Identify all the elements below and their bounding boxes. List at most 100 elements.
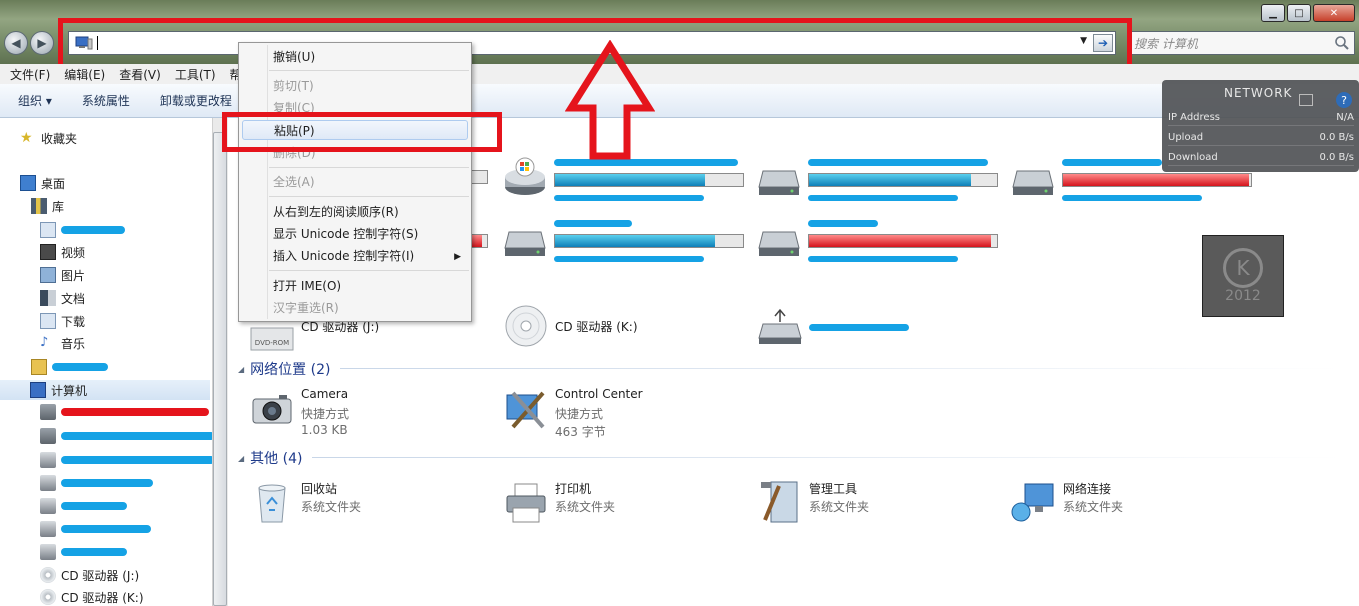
go-button[interactable]: ➔ xyxy=(1093,34,1113,52)
sidebar-item-drive-f[interactable] xyxy=(40,473,153,493)
menu-item-cut[interactable]: 剪切(T) xyxy=(273,76,314,96)
sidebar-item-label: 音乐 xyxy=(61,336,86,351)
sidebar-item-drive-c[interactable] xyxy=(40,402,209,422)
menu-tools[interactable]: 工具(T) xyxy=(175,66,216,83)
network-connections-icon xyxy=(1011,483,1054,522)
drive-free-space xyxy=(554,252,704,265)
drive-tile-6[interactable] xyxy=(503,216,753,276)
other-item-admin-tools[interactable]: 管理工具 系统文件夹 xyxy=(757,478,1007,534)
sidebar-item-documents[interactable]: 文档 xyxy=(40,288,85,308)
menu-item-open-ime[interactable]: 打开 IME(O) xyxy=(273,276,341,296)
drive-usage-fill xyxy=(555,235,715,247)
network-group-header[interactable]: ◢ 网络位置 (2) xyxy=(238,359,330,379)
menu-item-delete[interactable]: 删除(D) xyxy=(273,143,316,163)
item-name: CD 驱动器 (K:) xyxy=(555,320,638,334)
camera-icon xyxy=(252,395,292,424)
sidebar-item-favorites[interactable]: ★ 收藏夹 xyxy=(20,128,77,148)
redacted-label xyxy=(61,548,127,556)
computer-icon xyxy=(30,382,46,398)
hard-drive-icon xyxy=(40,475,56,491)
address-dropdown-icon[interactable]: ▼ xyxy=(1080,36,1087,46)
hard-drive-icon xyxy=(504,231,546,256)
menu-item-undo[interactable]: 撤销(U) xyxy=(273,47,315,67)
gadget-resize-icon[interactable] xyxy=(1299,94,1313,106)
menu-file[interactable]: 文件(F) xyxy=(10,66,50,83)
sidebar-scroll-thumb[interactable] xyxy=(213,132,227,606)
sidebar-item-drive-i[interactable] xyxy=(40,542,127,562)
sidebar-item-user-folder[interactable] xyxy=(31,357,108,377)
computer-icon xyxy=(75,36,93,50)
forward-button[interactable]: ▶ xyxy=(30,31,54,55)
menu-item-select-all[interactable]: 全选(A) xyxy=(273,172,315,192)
other-item-printers[interactable]: 打印机 系统文件夹 xyxy=(503,478,753,534)
sidebar-item-desktop[interactable]: 桌面 xyxy=(20,173,65,193)
sidebar-item-videos[interactable]: 视频 xyxy=(40,242,85,262)
collapse-triangle-icon[interactable]: ◢ xyxy=(238,454,244,463)
organize-button[interactable]: 组织 ▾ xyxy=(18,92,52,109)
drive-tile-3[interactable] xyxy=(757,155,1007,215)
cd-drive-k[interactable]: CD 驱动器 (K:) xyxy=(503,302,753,358)
menu-bar: 文件(F) 编辑(E) 查看(V) 工具(T) 帮 xyxy=(0,64,1359,84)
search-input[interactable]: 搜索 计算机 xyxy=(1127,31,1355,55)
redacted-label xyxy=(61,226,125,234)
item-type: 系统文件夹 xyxy=(301,500,362,514)
sidebar-item-downloads[interactable]: 下载 xyxy=(40,311,85,331)
back-button[interactable]: ◀ xyxy=(4,31,28,55)
redacted-label xyxy=(61,408,209,416)
other-group-header[interactable]: ◢ 其他 (4) xyxy=(238,448,302,468)
maximize-button[interactable]: □ xyxy=(1287,4,1311,22)
minimize-button[interactable]: ▁ xyxy=(1261,4,1285,22)
drive-tile-2[interactable] xyxy=(503,155,753,215)
group-title: 其他 (4) xyxy=(250,451,303,467)
system-properties-button[interactable]: 系统属性 xyxy=(82,92,130,109)
search-placeholder: 搜索 计算机 xyxy=(1134,36,1198,51)
other-item-network-connections[interactable]: 网络连接 系统文件夹 xyxy=(1011,478,1261,534)
sidebar-item-cd-k[interactable]: CD 驱动器 (K:) xyxy=(40,587,144,606)
gadget-row-download: Download 0.0 B/s xyxy=(1168,152,1354,166)
sidebar-item-blurred[interactable] xyxy=(40,220,125,240)
document-icon xyxy=(40,222,56,238)
sidebar-item-computer[interactable]: 计算机 xyxy=(0,380,210,400)
row-value: 0.0 B/s xyxy=(1319,132,1354,143)
menu-item-reconvert[interactable]: 汉字重选(R) xyxy=(273,298,339,318)
sidebar-item-drive-g[interactable] xyxy=(40,496,127,516)
sidebar-item-label: 视频 xyxy=(61,245,86,260)
sidebar-item-cd-j[interactable]: CD 驱动器 (J:) xyxy=(40,565,139,585)
other-item-recycle-bin[interactable]: 回收站 系统文件夹 xyxy=(249,478,499,534)
menu-edit[interactable]: 编辑(E) xyxy=(64,66,105,83)
collapse-triangle-icon[interactable]: ◢ xyxy=(238,365,244,374)
help-icon[interactable]: ? xyxy=(1336,92,1352,108)
network-gadget[interactable]: NETWORK ? IP Address N/A Upload 0.0 B/s … xyxy=(1162,80,1359,172)
close-button[interactable]: ✕ xyxy=(1313,4,1355,22)
drive-tile-7[interactable] xyxy=(757,216,1007,276)
documents-icon xyxy=(40,290,56,306)
k-logo-gadget[interactable]: K 2012 xyxy=(1202,235,1284,317)
admin-tools-icon xyxy=(761,481,798,523)
sidebar-item-libraries[interactable]: 库 xyxy=(31,196,64,216)
menu-item-paste[interactable]: 粘贴(P) xyxy=(242,120,468,140)
sidebar-item-drive-e[interactable] xyxy=(40,450,215,470)
drive-name xyxy=(808,216,878,230)
network-item-camera[interactable]: Camera 快捷方式 1.03 KB xyxy=(249,385,499,441)
downloads-icon xyxy=(40,313,56,329)
menu-view[interactable]: 查看(V) xyxy=(119,66,161,83)
gadget-row-upload: Upload 0.0 B/s xyxy=(1168,132,1354,146)
usb-drive[interactable] xyxy=(757,302,1007,358)
drive-free-space xyxy=(808,191,958,204)
menu-separator xyxy=(269,167,469,168)
item-name: 打印机 xyxy=(555,482,592,496)
menu-item-copy[interactable]: 复制(C) xyxy=(273,98,315,118)
sidebar-item-drive-d[interactable] xyxy=(40,426,215,446)
menu-separator xyxy=(269,70,469,71)
item-type: 系统文件夹 xyxy=(555,500,616,514)
sidebar-item-drive-h[interactable] xyxy=(40,519,151,539)
sidebar-item-music[interactable]: ♪ 音乐 xyxy=(40,333,85,353)
menu-item-rtl[interactable]: 从右到左的阅读顺序(R) xyxy=(273,202,399,222)
uninstall-button[interactable]: 卸载或更改程 xyxy=(160,92,232,109)
menu-item-show-unicode[interactable]: 显示 Unicode 控制字符(S) xyxy=(273,224,418,244)
menu-item-insert-unicode[interactable]: 插入 Unicode 控制字符(I) xyxy=(273,246,414,266)
sidebar-item-label: CD 驱动器 (K:) xyxy=(61,590,144,605)
network-item-control-center[interactable]: Control Center 快捷方式 463 字节 xyxy=(503,385,753,441)
search-icon[interactable] xyxy=(1334,35,1350,51)
sidebar-item-pictures[interactable]: 图片 xyxy=(40,265,85,285)
